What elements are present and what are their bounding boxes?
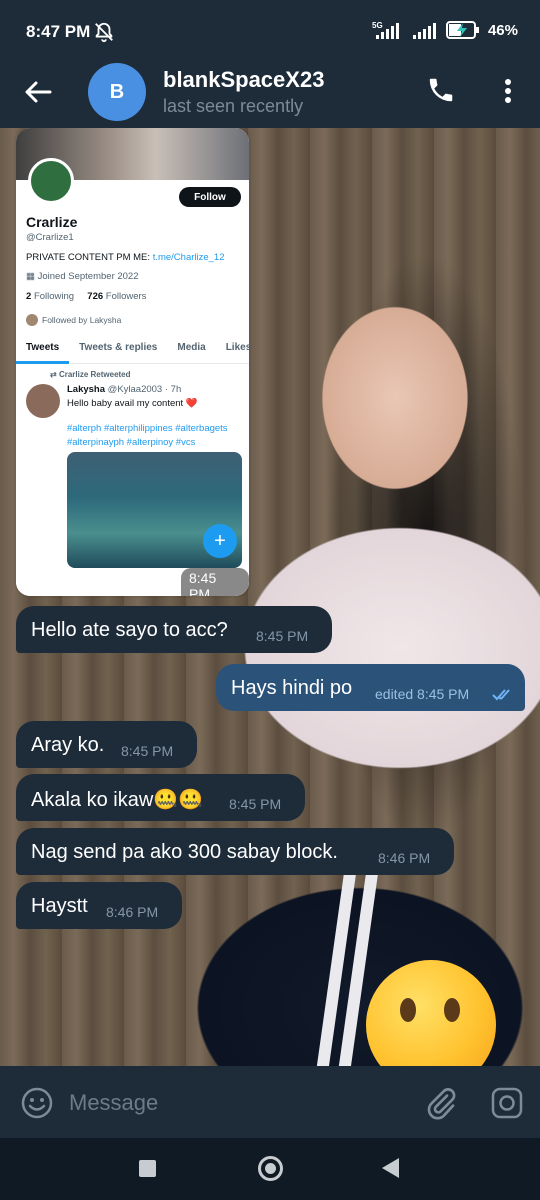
tab-tweets-replies: Tweets & replies xyxy=(79,342,158,353)
tweet-author-avatar xyxy=(26,384,60,418)
attach-paperclip-icon[interactable] xyxy=(425,1086,457,1120)
phone-call-icon[interactable] xyxy=(426,75,456,105)
message-text: Aray ko. xyxy=(31,734,105,756)
message-text: Hello ate sayo to acc? xyxy=(31,619,228,641)
message-time: 8:46 PM xyxy=(106,904,159,920)
notifications-muted-icon xyxy=(95,22,113,43)
calendar-icon: ▦ xyxy=(26,271,38,282)
message-bubble[interactable]: Aray ko. 8:45 PM xyxy=(16,721,197,768)
bio-text: PRIVATE CONTENT PM ME: xyxy=(26,252,153,263)
shared-screenshot-media[interactable]: Follow Crarlize @Crarlize1 PRIVATE CONTE… xyxy=(16,128,249,596)
chat-header: B blankSpaceX23 last seen recently xyxy=(0,62,540,128)
tweet-author: Lakysha xyxy=(67,384,106,395)
followed-by-text: Followed by Lakysha xyxy=(42,315,122,325)
avatar-letter: B xyxy=(109,80,125,103)
tweet-meta: @Kylaa2003 · 7h xyxy=(107,384,182,395)
emoji-eye xyxy=(444,998,460,1022)
more-menu-icon[interactable] xyxy=(496,76,520,106)
retweet-label: ⇄ Crarlize Retweeted xyxy=(50,370,131,379)
profile-counts: 2 Following 726 Followers xyxy=(26,291,146,302)
message-input[interactable]: Message xyxy=(69,1090,158,1116)
message-time: 8:46 PM xyxy=(378,850,431,866)
network-type-label: 5G xyxy=(372,21,383,30)
contact-status: last seen recently xyxy=(163,96,304,116)
profile-bio: PRIVATE CONTENT PM ME: t.me/Charlize_12 xyxy=(26,252,225,263)
message-text: Haystt xyxy=(31,895,88,917)
profile-tabs: Tweets Tweets & replies Media Likes xyxy=(16,340,249,364)
contact-avatar[interactable]: B xyxy=(88,63,146,121)
message-input-bar: Message xyxy=(0,1066,540,1138)
status-bar: 8:47 PM 5G 46% xyxy=(0,0,540,62)
message-time: 8:45 PM xyxy=(229,796,282,812)
joined-text: Joined September 2022 xyxy=(37,271,139,282)
media-timestamp: 8:45 PM xyxy=(181,568,249,596)
follow-button: Follow xyxy=(179,187,241,207)
tab-tweets: Tweets xyxy=(16,340,70,364)
message-bubble[interactable]: Akala ko ikaw🤐🤐 8:45 PM xyxy=(16,774,305,821)
compose-plus-icon: + xyxy=(203,524,237,558)
following-label: Following xyxy=(33,291,75,302)
retweet-icon: ⇄ xyxy=(50,370,59,379)
battery-charging-icon xyxy=(445,21,479,39)
recent-apps-icon[interactable] xyxy=(139,1160,156,1177)
message-time: 8:45 PM xyxy=(121,743,174,759)
camera-icon[interactable] xyxy=(490,1086,524,1120)
system-nav-bar xyxy=(0,1138,540,1200)
tweet-header: Lakysha @Kylaa2003 · 7h xyxy=(67,384,181,395)
emoji-smiley-icon[interactable] xyxy=(20,1086,54,1120)
tab-media: Media xyxy=(177,342,206,353)
back-triangle-icon[interactable] xyxy=(382,1158,399,1178)
status-time: 8:47 PM xyxy=(26,22,91,41)
followed-by: Followed by Lakysha xyxy=(26,314,121,326)
battery-percent: 46% xyxy=(487,21,518,39)
emoji-eye xyxy=(400,998,416,1022)
profile-joined: ▦ Joined September 2022 xyxy=(26,271,139,282)
followers-count: 726 xyxy=(87,291,104,302)
signal-5g-icon: 5G xyxy=(372,21,399,39)
tab-likes: Likes xyxy=(225,342,249,353)
follower-avatar xyxy=(26,314,38,326)
message-time: edited 8:45 PM xyxy=(375,686,470,702)
profile-handle: @Crarlize1 xyxy=(26,232,74,243)
profile-picture xyxy=(28,158,74,204)
back-arrow-icon[interactable] xyxy=(22,76,54,108)
message-text: Akala ko ikaw🤐🤐 xyxy=(31,789,204,811)
following-count: 2 xyxy=(26,291,32,302)
tweet-text: Hello baby avail my content ❤️ xyxy=(67,398,198,409)
tweet-hashtags: #alterph #alterphilippines #alterbagets … xyxy=(67,423,228,448)
message-text: Hays hindi po xyxy=(231,677,353,699)
contact-name[interactable]: blankSpaceX23 xyxy=(163,67,324,93)
face-without-mouth-emoji[interactable] xyxy=(366,960,496,1066)
message-bubble[interactable]: Haystt 8:46 PM xyxy=(16,882,182,929)
profile-name: Crarlize xyxy=(26,214,78,230)
message-bubble[interactable]: Nag send pa ako 300 sabay block. 8:46 PM xyxy=(16,828,454,875)
message-text: Nag send pa ako 300 sabay block. xyxy=(31,841,338,863)
retweet-text: Crarlize Retweeted xyxy=(58,370,131,379)
chat-area[interactable]: Follow Crarlize @Crarlize1 PRIVATE CONTE… xyxy=(0,128,540,1066)
read-checkmarks-icon xyxy=(492,689,510,701)
followers-label: Followers xyxy=(105,291,147,302)
home-icon[interactable] xyxy=(258,1156,283,1181)
bio-link: t.me/Charlize_12 xyxy=(152,252,225,263)
signal-icon xyxy=(412,23,436,39)
message-time: 8:45 PM xyxy=(256,628,309,644)
message-bubble-outgoing[interactable]: Hays hindi po edited 8:45 PM xyxy=(216,664,525,711)
message-bubble[interactable]: Hello ate sayo to acc? 8:45 PM xyxy=(16,606,332,653)
